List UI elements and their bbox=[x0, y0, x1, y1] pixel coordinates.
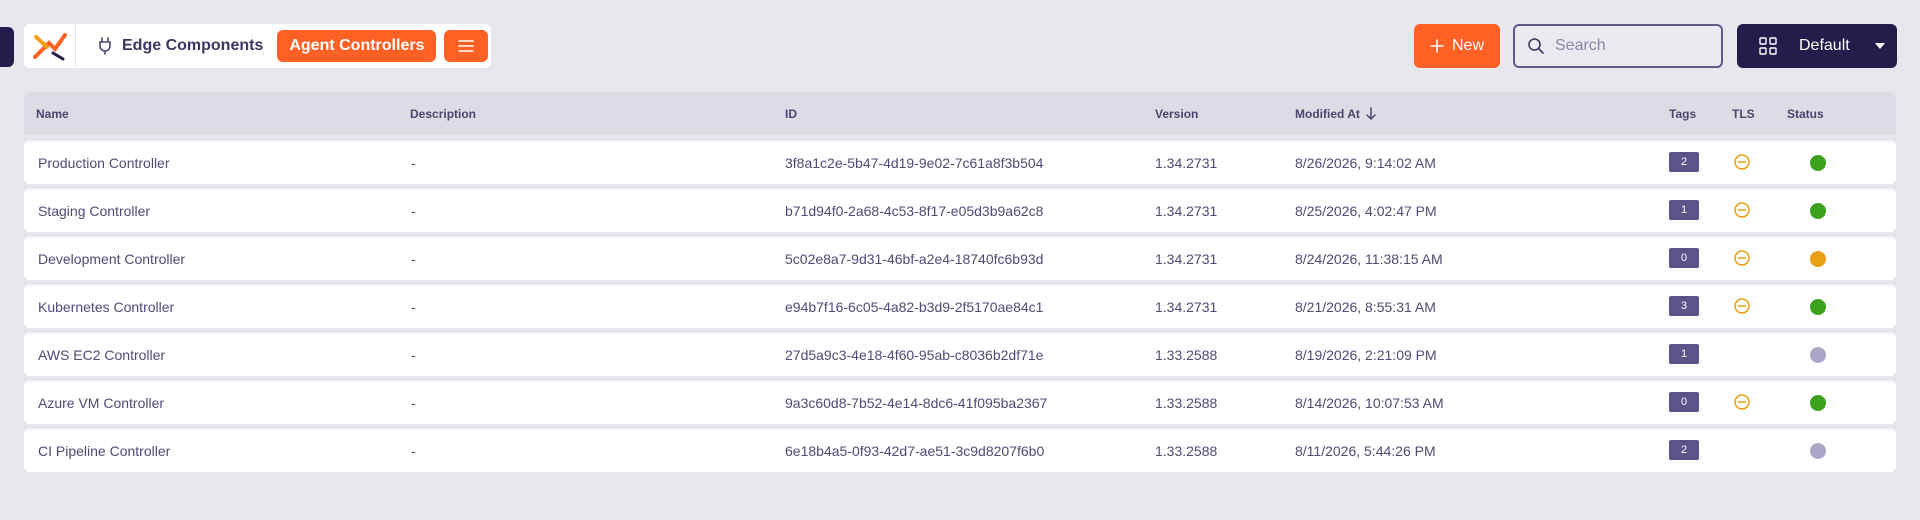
cell-name: Development Controller bbox=[38, 251, 186, 267]
plus-icon bbox=[1430, 39, 1444, 53]
tags-count-badge[interactable]: 0 bbox=[1669, 248, 1699, 268]
sidebar-toggle[interactable] bbox=[0, 27, 14, 67]
cell-description: - bbox=[411, 251, 416, 267]
tags-count-badge[interactable]: 3 bbox=[1669, 296, 1699, 316]
table-row[interactable]: Development Controller - 5c02e8a7-9d31-46b… bbox=[24, 237, 1896, 280]
breadcrumb-edge-components[interactable]: Edge Components bbox=[76, 24, 277, 68]
cell-description: - bbox=[411, 299, 416, 315]
cell-description: - bbox=[411, 395, 416, 411]
cell-description: - bbox=[411, 203, 416, 219]
new-button-label: New bbox=[1451, 37, 1484, 54]
col-header-modified-label: Modified At bbox=[1295, 107, 1360, 121]
tags-count-badge[interactable]: 2 bbox=[1669, 152, 1699, 172]
cell-name: Production Controller bbox=[38, 155, 170, 171]
breadcrumb-section-label: Edge Components bbox=[122, 37, 264, 54]
cell-version: 1.34.2731 bbox=[1155, 299, 1218, 315]
col-header-status[interactable]: Status bbox=[1787, 107, 1824, 121]
status-indicator bbox=[1810, 347, 1826, 363]
cell-name: AWS EC2 Controller bbox=[38, 347, 166, 363]
plug-icon bbox=[99, 37, 111, 55]
status-indicator bbox=[1810, 251, 1826, 267]
search-input[interactable] bbox=[1555, 37, 1705, 55]
col-header-id[interactable]: ID bbox=[785, 107, 797, 121]
cell-modified: 8/11/2026, 5:44:26 PM bbox=[1295, 443, 1436, 459]
tags-count-badge[interactable]: 0 bbox=[1669, 392, 1699, 412]
table-row[interactable]: AWS EC2 Controller - 27d5a9c3-4e18-4f60-95… bbox=[24, 333, 1896, 376]
col-header-tags[interactable]: Tags bbox=[1669, 107, 1696, 121]
cell-version: 1.34.2731 bbox=[1155, 251, 1218, 267]
grid-icon bbox=[1759, 37, 1777, 55]
col-header-modified[interactable]: Modified At bbox=[1295, 107, 1376, 121]
cell-name: CI Pipeline Controller bbox=[38, 443, 171, 459]
cell-description: - bbox=[411, 155, 416, 171]
table-row[interactable]: Staging Controller - b71d94f0-2a68-4c53-8f… bbox=[24, 189, 1896, 232]
app-logo[interactable] bbox=[24, 24, 76, 68]
cell-id: 9a3c60d8-7b52-4e14-8dc6-41f095ba2367 bbox=[785, 395, 1048, 411]
col-header-name[interactable]: Name bbox=[36, 107, 69, 121]
col-header-version[interactable]: Version bbox=[1155, 107, 1198, 121]
breadcrumb: Edge Components Agent Controllers bbox=[24, 24, 491, 68]
breadcrumb-agent-controllers[interactable]: Agent Controllers bbox=[277, 30, 437, 62]
cell-modified: 8/25/2026, 4:02:47 PM bbox=[1295, 203, 1437, 219]
cell-id: e94b7f16-6c05-4a82-b3d9-2f5170ae84c1 bbox=[785, 299, 1044, 315]
caret-down-icon bbox=[1875, 43, 1885, 49]
table-header: Name Description ID Version Modified At … bbox=[24, 92, 1896, 135]
status-indicator bbox=[1810, 203, 1826, 219]
cell-modified: 8/26/2026, 9:14:02 AM bbox=[1295, 155, 1436, 171]
tls-warning-icon bbox=[1734, 394, 1750, 410]
cell-version: 1.34.2731 bbox=[1155, 203, 1218, 219]
cell-version: 1.33.2588 bbox=[1155, 395, 1218, 411]
cell-version: 1.33.2588 bbox=[1155, 347, 1218, 363]
table-row[interactable]: CI Pipeline Controller - 6e18b4a5-0f93-42d… bbox=[24, 429, 1896, 472]
cell-id: 27d5a9c3-4e18-4f60-95ab-c8036b2df71e bbox=[785, 347, 1044, 363]
search-box[interactable] bbox=[1513, 24, 1723, 68]
view-select[interactable]: Default bbox=[1737, 24, 1897, 68]
tags-count-badge[interactable]: 1 bbox=[1669, 200, 1699, 220]
status-indicator bbox=[1810, 299, 1826, 315]
hamburger-icon bbox=[458, 40, 475, 52]
cell-name: Kubernetes Controller bbox=[38, 299, 175, 315]
cell-version: 1.33.2588 bbox=[1155, 443, 1218, 459]
table-row[interactable]: Production Controller - 3f8a1c2e-5b47-4d19… bbox=[24, 141, 1896, 184]
view-select-label: Default bbox=[1799, 37, 1850, 54]
search-icon bbox=[1528, 38, 1544, 54]
tags-count-badge[interactable]: 2 bbox=[1669, 440, 1699, 460]
menu-button[interactable] bbox=[444, 30, 489, 62]
cell-id: 3f8a1c2e-5b47-4d19-9e02-7c61a8f3b504 bbox=[785, 155, 1044, 171]
cell-id: 6e18b4a5-0f93-42d7-ae51-3c9d8207f6b0 bbox=[785, 443, 1045, 459]
cell-modified: 8/21/2026, 8:55:31 AM bbox=[1295, 299, 1436, 315]
col-header-tls[interactable]: TLS bbox=[1732, 107, 1755, 121]
table-row[interactable]: Azure VM Controller - 9a3c60d8-7b52-4e14-8… bbox=[24, 381, 1896, 424]
cell-id: 5c02e8a7-9d31-46bf-a2e4-18740fc6b93d bbox=[785, 251, 1044, 267]
status-indicator bbox=[1810, 443, 1826, 459]
new-button[interactable]: New bbox=[1414, 24, 1500, 68]
tags-count-badge[interactable]: 1 bbox=[1669, 344, 1699, 364]
status-indicator bbox=[1810, 155, 1826, 171]
status-indicator bbox=[1810, 395, 1826, 411]
col-header-description[interactable]: Description bbox=[410, 107, 476, 121]
cell-name: Azure VM Controller bbox=[38, 395, 165, 411]
table-row[interactable]: Kubernetes Controller - e94b7f16-6c05-4a82… bbox=[24, 285, 1896, 328]
tls-warning-icon bbox=[1734, 154, 1750, 170]
cell-description: - bbox=[411, 443, 416, 459]
cell-version: 1.34.2731 bbox=[1155, 155, 1218, 171]
cell-modified: 8/19/2026, 2:21:09 PM bbox=[1295, 347, 1437, 363]
logo-icon bbox=[32, 33, 67, 61]
cell-name: Staging Controller bbox=[38, 203, 151, 219]
cell-modified: 8/14/2026, 10:07:53 AM bbox=[1295, 395, 1444, 411]
tls-warning-icon bbox=[1734, 250, 1750, 266]
tls-warning-icon bbox=[1734, 202, 1750, 218]
sort-desc-icon bbox=[1366, 107, 1376, 120]
cell-description: - bbox=[411, 347, 416, 363]
cell-modified: 8/24/2026, 11:38:15 AM bbox=[1295, 251, 1443, 267]
cell-id: b71d94f0-2a68-4c53-8f17-e05d3b9a62c8 bbox=[785, 203, 1044, 219]
tls-warning-icon bbox=[1734, 298, 1750, 314]
